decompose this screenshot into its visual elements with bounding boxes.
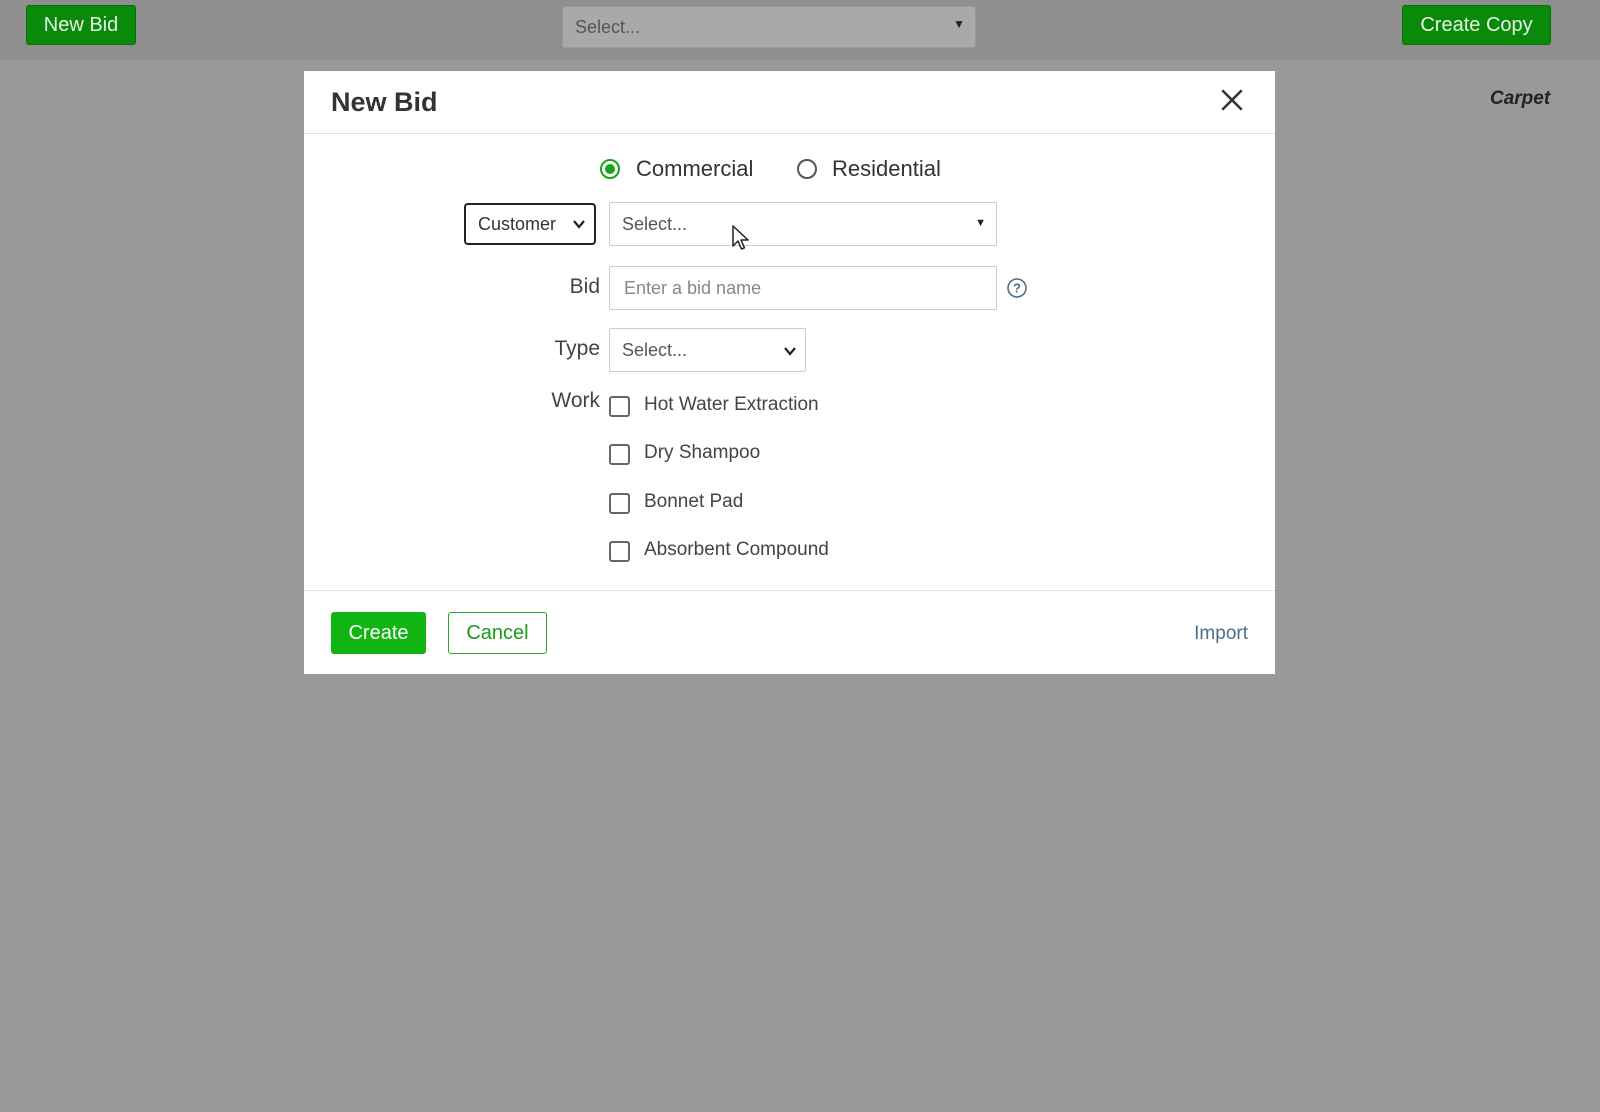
residential-radio-label[interactable]: Residential <box>832 156 941 182</box>
customer-select-placeholder: Select... <box>622 213 688 234</box>
hot-water-extraction-checkbox[interactable] <box>609 396 630 417</box>
client-type-radio-group: Commercial Residential <box>304 154 1275 188</box>
new-bid-button[interactable]: New Bid <box>26 5 136 45</box>
commercial-radio-label[interactable]: Commercial <box>636 156 753 182</box>
bid-select-dropdown[interactable]: Select... ▼ <box>562 6 976 48</box>
help-icon[interactable]: ? <box>1006 277 1028 299</box>
top-toolbar: New Bid Select... ▼ Create Copy <box>0 0 1600 60</box>
caret-down-icon: ▼ <box>953 17 965 31</box>
mouse-pointer-icon <box>732 225 749 250</box>
dry-shampoo-label[interactable]: Dry Shampoo <box>644 442 760 464</box>
new-bid-modal: New Bid Commercial Residential Customer … <box>304 71 1275 674</box>
import-link[interactable]: Import <box>1194 623 1248 645</box>
absorbent-compound-checkbox[interactable] <box>609 541 630 562</box>
modal-header: New Bid <box>304 71 1275 134</box>
chevron-down-icon <box>784 347 796 356</box>
dry-shampoo-checkbox[interactable] <box>609 444 630 465</box>
type-select[interactable]: Select... <box>609 328 806 372</box>
customer-type-dropdown[interactable]: Customer <box>464 203 596 245</box>
hot-water-extraction-label[interactable]: Hot Water Extraction <box>644 394 819 416</box>
chevron-down-icon <box>573 220 585 229</box>
svg-text:?: ? <box>1013 281 1021 296</box>
bid-name-input[interactable] <box>609 266 997 310</box>
customer-select[interactable]: Select... ▼ <box>609 202 997 246</box>
close-icon[interactable] <box>1219 87 1245 113</box>
commercial-radio[interactable] <box>600 159 620 179</box>
residential-radio[interactable] <box>797 159 817 179</box>
absorbent-compound-label[interactable]: Absorbent Compound <box>644 539 829 561</box>
bid-select-placeholder: Select... <box>575 16 641 37</box>
cancel-button[interactable]: Cancel <box>448 612 547 654</box>
bid-label: Bid <box>569 275 600 298</box>
modal-title: New Bid <box>331 87 438 117</box>
type-select-value: Select... <box>622 339 688 360</box>
create-copy-button[interactable]: Create Copy <box>1402 5 1551 45</box>
type-label: Type <box>554 337 600 360</box>
caret-down-icon: ▼ <box>975 217 986 229</box>
create-button[interactable]: Create <box>331 612 426 654</box>
category-label: Carpet <box>1490 88 1551 109</box>
bonnet-pad-label[interactable]: Bonnet Pad <box>644 491 743 513</box>
customer-type-value: Customer <box>478 213 557 234</box>
bonnet-pad-checkbox[interactable] <box>609 493 630 514</box>
modal-footer: Create Cancel Import <box>304 590 1275 674</box>
work-label: Work <box>551 389 600 412</box>
